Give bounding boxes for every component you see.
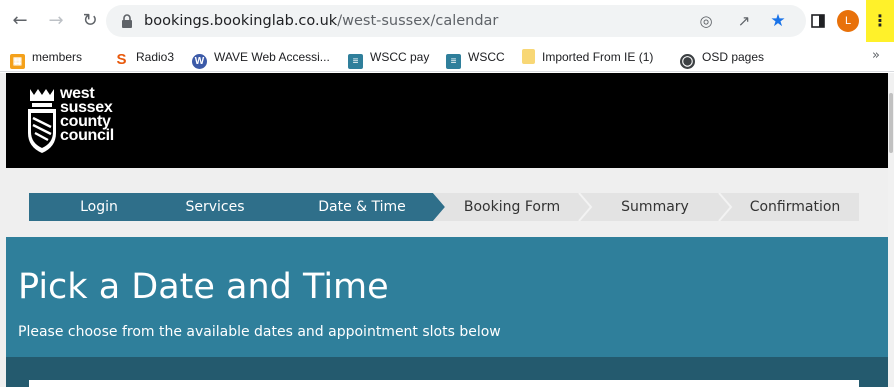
url-text: bookings.bookinglab.co.uk/west-sussex/ca… (144, 5, 498, 37)
side-panel-icon[interactable] (806, 9, 830, 33)
bookmark-label: members (32, 50, 83, 64)
star-bookmark-icon[interactable]: ★ (768, 11, 788, 31)
step-date-time[interactable]: Date & Time (297, 193, 427, 221)
bookmark-label: OSD pages (702, 50, 765, 64)
url-path: /west-sussex/calendar (337, 13, 499, 29)
step-services[interactable]: Services (169, 193, 261, 221)
bookmark-members[interactable]: ▦ members (10, 48, 83, 69)
council-logo-text[interactable]: west sussex county council (60, 86, 114, 144)
lock-icon (122, 14, 132, 28)
step-login[interactable]: Login (29, 193, 169, 221)
hero-banner: Pick a Date and Time Please choose from … (6, 237, 888, 357)
browser-toolbar: ← → ↻ bookings.bookinglab.co.uk/west-sus… (0, 0, 894, 42)
profile-avatar[interactable]: L (837, 10, 859, 32)
bookmarks-overflow-chevron[interactable]: » (872, 48, 880, 63)
url-host: bookings.bookinglab.co.uk (144, 13, 338, 29)
bookmark-label: WSCC pay (370, 50, 430, 64)
bookmark-wave[interactable]: W WAVE Web Accessi... (192, 48, 330, 69)
step-booking-form: Booking Form (463, 199, 561, 215)
page-subtitle: Please choose from the available dates a… (18, 324, 501, 340)
grid-app-icon: ▦ (10, 54, 25, 69)
step-confirmation: Confirmation (749, 199, 841, 215)
bookmark-wscc-pay[interactable]: ≡ WSCC pay (348, 48, 430, 69)
bookmark-radio3[interactable]: S Radio3 (114, 48, 175, 68)
back-arrow-icon[interactable]: ← (8, 9, 32, 33)
wscc-icon: ≡ (446, 54, 461, 69)
booking-progress-steps: Login Services Date & Time Booking Form … (29, 193, 859, 221)
forward-arrow-icon[interactable]: → (44, 9, 68, 33)
bookmark-osd-pages[interactable]: ◯ OSD pages (680, 48, 765, 69)
eye-slash-icon[interactable]: ◎ (696, 11, 716, 31)
wave-icon: W (192, 54, 207, 69)
page-title: Pick a Date and Time (18, 267, 389, 307)
share-icon[interactable]: ↗ (734, 11, 754, 31)
logo-line: council (60, 127, 114, 144)
reload-icon[interactable]: ↻ (78, 9, 102, 33)
browser-menu-icon[interactable]: ⋮ (866, 0, 894, 42)
bookmark-label: Radio3 (136, 50, 175, 64)
scrollbar-thumb[interactable] (889, 93, 893, 153)
globe-icon: ◯ (680, 54, 695, 69)
address-bar[interactable]: bookings.bookinglab.co.uk/west-sussex/ca… (106, 5, 806, 37)
bookmark-label: Imported From IE (1) (542, 50, 654, 64)
calendar-panel (29, 380, 859, 387)
site-header: west sussex county council (6, 73, 888, 168)
page-body: west sussex county council Login Service… (0, 73, 894, 387)
council-crest-logo[interactable] (24, 87, 60, 153)
bookmark-wscc[interactable]: ≡ WSCC (446, 48, 505, 69)
folder-icon (522, 49, 535, 64)
bookmark-label: WAVE Web Accessi... (214, 50, 330, 64)
step-summary: Summary (621, 199, 689, 215)
bookmark-label: WSCC (468, 50, 505, 64)
s-logo-icon: S (116, 51, 127, 68)
wscc-icon: ≡ (348, 54, 363, 69)
bookmark-imported-ie[interactable]: Imported From IE (1) (522, 48, 653, 66)
bookmarks-bar: ▦ members S Radio3 W WAVE Web Accessi... ≡ W… (0, 42, 894, 72)
